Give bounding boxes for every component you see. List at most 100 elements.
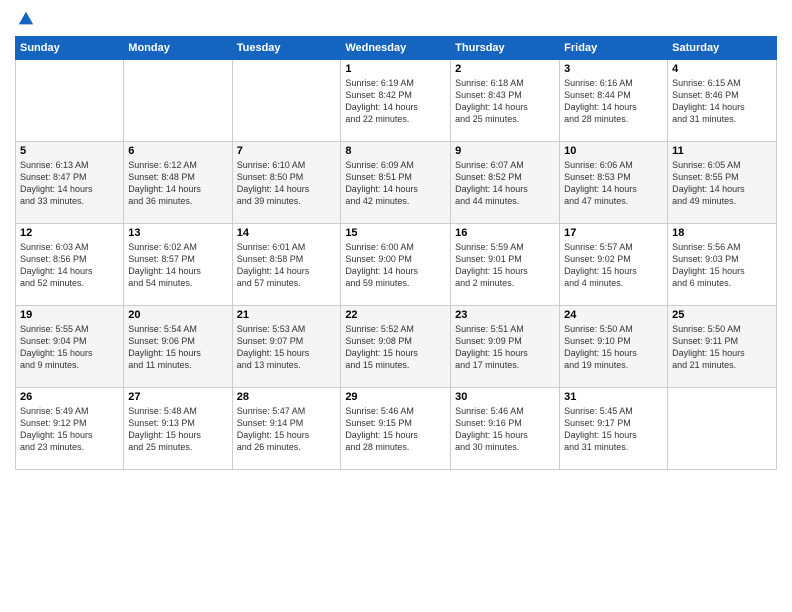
day-number: 3 xyxy=(564,63,663,75)
logo xyxy=(15,10,35,28)
calendar-cell: 16Sunrise: 5:59 AM Sunset: 9:01 PM Dayli… xyxy=(451,224,560,306)
cell-info: Sunrise: 6:02 AM Sunset: 8:57 PM Dayligh… xyxy=(128,241,227,290)
calendar-week-4: 26 Sunrise: 5:49 AM Sunset: 9:12 PM Dayli… xyxy=(16,388,777,470)
cell-info: Sunrise: 5:52 AM Sunset: 9:08 PM Dayligh… xyxy=(345,323,446,372)
calendar-week-1: 5 Sunrise: 6:13 AM Sunset: 8:47 PM Daylig… xyxy=(16,142,777,224)
day-number: 8 xyxy=(345,145,446,157)
day-number: 23 xyxy=(455,309,555,321)
day-number: 12 xyxy=(20,227,119,239)
calendar-cell: 6 Sunrise: 6:12 AM Sunset: 8:48 PM Daylig… xyxy=(124,142,232,224)
calendar-cell: 9Sunrise: 6:07 AM Sunset: 8:52 PM Daylig… xyxy=(451,142,560,224)
cell-info: Sunrise: 6:06 AM Sunset: 8:53 PM Dayligh… xyxy=(564,159,663,208)
calendar-cell: 5 Sunrise: 6:13 AM Sunset: 8:47 PM Daylig… xyxy=(16,142,124,224)
day-number: 14 xyxy=(237,227,337,239)
calendar-cell: 27 Sunrise: 5:48 AM Sunset: 9:13 PM Dayli… xyxy=(124,388,232,470)
day-number: 18 xyxy=(672,227,772,239)
cell-info: Sunrise: 5:53 AM Sunset: 9:07 PM Dayligh… xyxy=(237,323,337,372)
cell-info: Sunrise: 6:05 AM Sunset: 8:55 PM Dayligh… xyxy=(672,159,772,208)
day-number: 4 xyxy=(672,63,772,75)
calendar-cell: 15 Sunrise: 6:00 AM Sunset: 9:00 PM Dayli… xyxy=(341,224,451,306)
calendar-cell: 31 Sunrise: 5:45 AM Sunset: 9:17 PM Dayli… xyxy=(560,388,668,470)
day-number: 26 xyxy=(20,391,119,403)
day-number: 19 xyxy=(20,309,119,321)
cell-info: Sunrise: 6:15 AM Sunset: 8:46 PM Dayligh… xyxy=(672,77,772,126)
cell-info: Sunrise: 5:46 AM Sunset: 9:15 PM Dayligh… xyxy=(345,405,446,454)
calendar-cell: 29 Sunrise: 5:46 AM Sunset: 9:15 PM Dayli… xyxy=(341,388,451,470)
calendar-cell xyxy=(668,388,777,470)
calendar-table: SundayMondayTuesdayWednesdayThursdayFrid… xyxy=(15,36,777,470)
day-number: 2 xyxy=(455,63,555,75)
day-number: 28 xyxy=(237,391,337,403)
calendar-header-row: SundayMondayTuesdayWednesdayThursdayFrid… xyxy=(16,37,777,60)
cell-info: Sunrise: 5:55 AM Sunset: 9:04 PM Dayligh… xyxy=(20,323,119,372)
day-header-wednesday: Wednesday xyxy=(341,37,451,60)
cell-info: Sunrise: 5:57 AM Sunset: 9:02 PM Dayligh… xyxy=(564,241,663,290)
calendar-cell: 3 Sunrise: 6:16 AM Sunset: 8:44 PM Daylig… xyxy=(560,60,668,142)
day-number: 29 xyxy=(345,391,446,403)
cell-info: Sunrise: 5:54 AM Sunset: 9:06 PM Dayligh… xyxy=(128,323,227,372)
calendar-cell: 8 Sunrise: 6:09 AM Sunset: 8:51 PM Daylig… xyxy=(341,142,451,224)
calendar-cell: 4 Sunrise: 6:15 AM Sunset: 8:46 PM Daylig… xyxy=(668,60,777,142)
calendar-cell: 26 Sunrise: 5:49 AM Sunset: 9:12 PM Dayli… xyxy=(16,388,124,470)
calendar-cell: 19 Sunrise: 5:55 AM Sunset: 9:04 PM Dayli… xyxy=(16,306,124,388)
cell-info: Sunrise: 5:49 AM Sunset: 9:12 PM Dayligh… xyxy=(20,405,119,454)
day-number: 9 xyxy=(455,145,555,157)
calendar-cell: 10 Sunrise: 6:06 AM Sunset: 8:53 PM Dayli… xyxy=(560,142,668,224)
logo-icon xyxy=(17,10,35,28)
day-number: 17 xyxy=(564,227,663,239)
calendar-week-3: 19 Sunrise: 5:55 AM Sunset: 9:04 PM Dayli… xyxy=(16,306,777,388)
cell-info: Sunrise: 6:19 AM Sunset: 8:42 PM Dayligh… xyxy=(345,77,446,126)
calendar-cell: 20 Sunrise: 5:54 AM Sunset: 9:06 PM Dayli… xyxy=(124,306,232,388)
calendar-cell xyxy=(124,60,232,142)
cell-info: Sunrise: 6:01 AM Sunset: 8:58 PM Dayligh… xyxy=(237,241,337,290)
cell-info: Sunrise: 5:48 AM Sunset: 9:13 PM Dayligh… xyxy=(128,405,227,454)
cell-info: Sunrise: 5:56 AM Sunset: 9:03 PM Dayligh… xyxy=(672,241,772,290)
day-header-monday: Monday xyxy=(124,37,232,60)
day-number: 5 xyxy=(20,145,119,157)
day-number: 15 xyxy=(345,227,446,239)
day-number: 7 xyxy=(237,145,337,157)
cell-info: Sunrise: 5:51 AM Sunset: 9:09 PM Dayligh… xyxy=(455,323,555,372)
day-number: 11 xyxy=(672,145,772,157)
day-number: 22 xyxy=(345,309,446,321)
day-header-tuesday: Tuesday xyxy=(232,37,341,60)
calendar-cell: 24 Sunrise: 5:50 AM Sunset: 9:10 PM Dayli… xyxy=(560,306,668,388)
cell-info: Sunrise: 6:03 AM Sunset: 8:56 PM Dayligh… xyxy=(20,241,119,290)
calendar-cell: 11 Sunrise: 6:05 AM Sunset: 8:55 PM Dayli… xyxy=(668,142,777,224)
calendar-cell: 18 Sunrise: 5:56 AM Sunset: 9:03 PM Dayli… xyxy=(668,224,777,306)
day-header-thursday: Thursday xyxy=(451,37,560,60)
day-number: 21 xyxy=(237,309,337,321)
day-number: 6 xyxy=(128,145,227,157)
cell-info: Sunrise: 5:47 AM Sunset: 9:14 PM Dayligh… xyxy=(237,405,337,454)
day-number: 10 xyxy=(564,145,663,157)
calendar-cell: 21 Sunrise: 5:53 AM Sunset: 9:07 PM Dayli… xyxy=(232,306,341,388)
cell-info: Sunrise: 6:18 AM Sunset: 8:43 PM Dayligh… xyxy=(455,77,555,126)
day-number: 31 xyxy=(564,391,663,403)
day-number: 25 xyxy=(672,309,772,321)
day-header-saturday: Saturday xyxy=(668,37,777,60)
day-number: 27 xyxy=(128,391,227,403)
day-number: 20 xyxy=(128,309,227,321)
cell-info: Sunrise: 6:09 AM Sunset: 8:51 PM Dayligh… xyxy=(345,159,446,208)
cell-info: Sunrise: 5:59 AM Sunset: 9:01 PM Dayligh… xyxy=(455,241,555,290)
cell-info: Sunrise: 6:16 AM Sunset: 8:44 PM Dayligh… xyxy=(564,77,663,126)
cell-info: Sunrise: 5:45 AM Sunset: 9:17 PM Dayligh… xyxy=(564,405,663,454)
header xyxy=(15,10,777,28)
calendar-cell: 14 Sunrise: 6:01 AM Sunset: 8:58 PM Dayli… xyxy=(232,224,341,306)
day-header-friday: Friday xyxy=(560,37,668,60)
day-number: 24 xyxy=(564,309,663,321)
calendar-week-0: 1 Sunrise: 6:19 AM Sunset: 8:42 PM Daylig… xyxy=(16,60,777,142)
cell-info: Sunrise: 6:13 AM Sunset: 8:47 PM Dayligh… xyxy=(20,159,119,208)
calendar-cell: 1 Sunrise: 6:19 AM Sunset: 8:42 PM Daylig… xyxy=(341,60,451,142)
calendar-cell: 25Sunrise: 5:50 AM Sunset: 9:11 PM Dayli… xyxy=(668,306,777,388)
calendar-cell: 22 Sunrise: 5:52 AM Sunset: 9:08 PM Dayli… xyxy=(341,306,451,388)
calendar-cell: 23 Sunrise: 5:51 AM Sunset: 9:09 PM Dayli… xyxy=(451,306,560,388)
cell-info: Sunrise: 5:50 AM Sunset: 9:10 PM Dayligh… xyxy=(564,323,663,372)
calendar-week-2: 12 Sunrise: 6:03 AM Sunset: 8:56 PM Dayli… xyxy=(16,224,777,306)
day-number: 13 xyxy=(128,227,227,239)
cell-info: Sunrise: 6:00 AM Sunset: 9:00 PM Dayligh… xyxy=(345,241,446,290)
calendar-cell: 13 Sunrise: 6:02 AM Sunset: 8:57 PM Dayli… xyxy=(124,224,232,306)
cell-info: Sunrise: 6:12 AM Sunset: 8:48 PM Dayligh… xyxy=(128,159,227,208)
calendar-cell xyxy=(16,60,124,142)
day-number: 1 xyxy=(345,63,446,75)
